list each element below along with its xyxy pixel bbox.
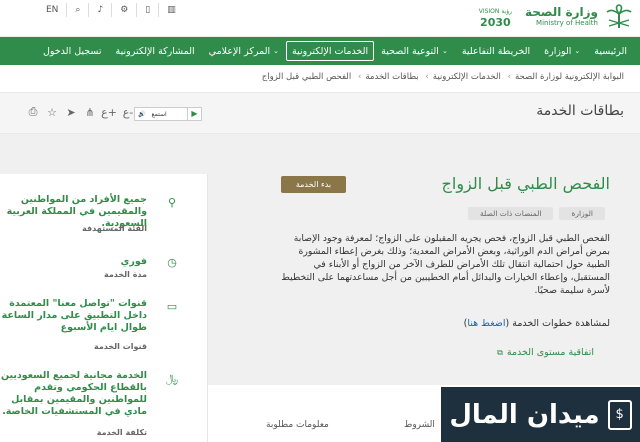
share-icon[interactable]: ⋔ — [83, 105, 97, 119]
translate-icon[interactable]: ♪ — [88, 3, 111, 17]
duration-label: مدة الخدمة — [103, 270, 147, 279]
page-header: بطاقات الخدمة ⎙ ☆ ➤ ⋔ ع+ ع- 🔊 استمع ▶ — [0, 92, 640, 134]
service-title: الفحص الطبي قبل الزواج — [441, 174, 610, 193]
person-icon: ⚲ — [167, 196, 177, 209]
settings-icon[interactable]: ⚙ — [111, 3, 136, 17]
chevron-down-icon: ⌄ — [441, 47, 448, 55]
nav-item-interactive-map[interactable]: الخريطة التفاعلية — [455, 46, 537, 57]
watermark-text: ميدان المال — [449, 399, 600, 430]
start-service-button[interactable]: بدء الخدمة — [281, 176, 346, 193]
service-level-agreement-link[interactable]: اتفاقية مستوى الخدمة ⧉ — [497, 347, 594, 358]
nav-item-e-services[interactable]: الخدمات الإلكترونية — [286, 41, 375, 61]
chevron-down-icon: ⌄ — [574, 47, 581, 55]
font-decrease-icon[interactable]: ع- — [121, 105, 135, 119]
mobile-icon[interactable]: ▯ — [136, 3, 158, 17]
breadcrumb-item[interactable]: بطاقات الخدمة — [365, 72, 418, 82]
nav-item-media-center[interactable]: المركز الإعلامي ⌄ — [202, 46, 286, 57]
nav-item-health-awareness[interactable]: التوعية الصحية ⌄ — [374, 46, 455, 57]
nav-item-e-participation[interactable]: المشاركة الإلكترونية — [109, 46, 202, 57]
ministry-logo[interactable]: وزارة الصحة Ministry of Health — [525, 4, 634, 30]
nav-item-home[interactable]: الرئيسية — [587, 46, 634, 57]
page-tools: ⎙ ☆ ➤ ⋔ ع+ ع- — [26, 105, 135, 119]
nav-item-login[interactable]: تسجيل الدخول — [36, 46, 109, 57]
external-link-icon: ⧉ — [497, 347, 503, 357]
play-icon[interactable]: ▶ — [187, 108, 201, 120]
breadcrumb-current: الفحص الطبي قبل الزواج — [261, 72, 352, 82]
money-bag-icon: $ — [607, 399, 632, 430]
search-icon[interactable]: ⌕ — [66, 3, 88, 17]
target-audience-label: الفئة المستهدفة — [82, 224, 147, 233]
listen-player[interactable]: 🔊 استمع ▶ — [134, 107, 202, 121]
stats-icon[interactable]: ▥ — [158, 3, 184, 17]
breadcrumb-item[interactable]: البوابة الإلكترونية لوزارة الصحة — [515, 72, 624, 82]
tag-related-platforms[interactable]: المنصات ذات الصلة — [468, 207, 554, 220]
service-info-card: ⚲ جميع الأفراد من المواطنين والمقيمين في… — [0, 174, 208, 442]
cost-value: الخدمة مجانية لجميع السعوديين بالقطاع ال… — [0, 370, 147, 417]
tab-conditions[interactable]: الشروط — [404, 420, 435, 430]
main-nav: الرئيسية الوزارة ⌄ الخريطة التفاعلية التو… — [0, 37, 640, 65]
watermark-badge: ميدان المال $ — [441, 387, 640, 442]
utility-bar: EN ⌕ ♪ ⚙ ▯ ▥ — [38, 2, 184, 18]
info-row-channels: ▭ قنوات "تواصل معنا" المعتمدة داخل التطب… — [0, 298, 207, 358]
duration-value: فوري — [120, 256, 147, 267]
send-icon[interactable]: ➤ — [64, 105, 78, 119]
speaker-icon: 🔊 — [138, 110, 146, 118]
language-toggle[interactable]: EN — [38, 3, 66, 17]
money-icon: ﷼ — [165, 372, 179, 385]
print-icon[interactable]: ⎙ — [26, 105, 40, 119]
top-bar: EN ⌕ ♪ ⚙ ▯ ▥ VISION رؤية 2030 وزارة الصح… — [0, 0, 640, 37]
cost-label: تكلفة الخدمة — [96, 428, 147, 437]
star-icon[interactable]: ☆ — [45, 105, 59, 119]
info-row-target: ⚲ جميع الأفراد من المواطنين والمقيمين في… — [0, 194, 207, 254]
chevron-down-icon: ⌄ — [273, 47, 279, 55]
service-description: الفحص الطبي قبل الزواج، فحص يجريه المقبل… — [281, 233, 610, 296]
service-tags: الوزارة المنصات ذات الصلة — [468, 207, 605, 220]
vision-2030-logo: VISION رؤية 2030 — [478, 8, 512, 29]
channels-value: قنوات "تواصل معنا" المعتمدة داخل التطبيق… — [1, 298, 147, 333]
ministry-name-en: Ministry of Health — [536, 19, 598, 27]
page-title: بطاقات الخدمة — [536, 103, 624, 119]
listen-label: استمع — [151, 110, 167, 118]
nav-item-ministry[interactable]: الوزارة ⌄ — [537, 46, 587, 57]
breadcrumb-item[interactable]: الخدمات الإلكترونية — [433, 72, 501, 82]
ministry-name-ar: وزارة الصحة — [524, 5, 598, 19]
tab-required-info[interactable]: معلومات مطلوبة — [266, 420, 329, 430]
breadcrumb: البوابة الإلكترونية لوزارة الصحة› الخدما… — [261, 72, 624, 82]
clock-icon: ◷ — [167, 256, 177, 269]
monitor-icon: ▭ — [166, 300, 178, 313]
channels-label: قنوات الخدمة — [93, 342, 147, 351]
info-row-cost: ﷼ الخدمة مجانية لجميع السعوديين بالقطاع … — [0, 370, 207, 440]
font-increase-icon[interactable]: ع+ — [101, 105, 117, 119]
steps-link[interactable]: اضغط هنا — [467, 318, 505, 329]
tag-ministry[interactable]: الوزارة — [559, 207, 605, 220]
service-steps: لمشاهدة خطوات الخدمة (اضغط هنا) — [463, 318, 610, 329]
palm-emblem-icon — [606, 4, 632, 28]
info-row-duration: ◷ فوري مدة الخدمة — [0, 254, 207, 294]
